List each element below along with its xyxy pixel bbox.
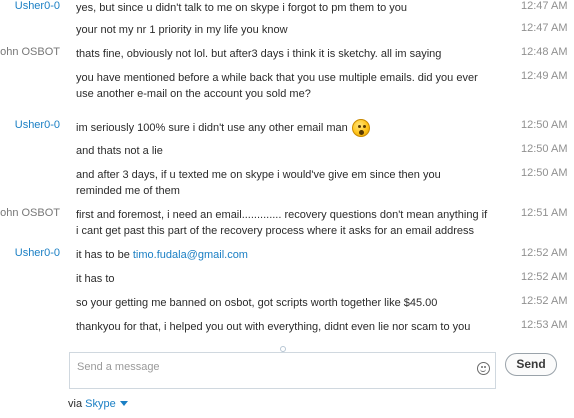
message-text: thats fine, obviously not lol. but after…: [76, 48, 442, 60]
message-time: 12:52 AM: [521, 247, 568, 259]
message-sender[interactable]: john OSBOT: [0, 207, 60, 219]
message-text-wrap: it has to be timo.fudala@gmail.com: [76, 247, 488, 263]
email-link[interactable]: timo.fudala@gmail.com: [133, 249, 248, 261]
message-time: 12:47 AM: [521, 22, 568, 34]
message-text: first and foremost, i need an email.....…: [76, 209, 488, 237]
message-time: 12:50 AM: [521, 167, 568, 179]
message-time: 12:47 AM: [521, 0, 568, 12]
message-time: 12:48 AM: [521, 46, 568, 58]
send-button[interactable]: Send: [505, 353, 557, 376]
message-text: yes, but since u didn't talk to me on sk…: [76, 2, 408, 14]
message-sender[interactable]: john OSBOT: [0, 46, 60, 58]
message-time: 12:50 AM: [521, 119, 568, 131]
message-text: so your getting me banned on osbot, got …: [76, 297, 438, 309]
message-text: and thats not a lie: [76, 145, 163, 157]
message-sender[interactable]: Usher0-0: [15, 247, 60, 259]
emoticon-picker-icon[interactable]: [477, 362, 490, 375]
message-text: you have mentioned before a while back t…: [76, 72, 478, 100]
message-time: 12:52 AM: [521, 271, 568, 283]
via-prefix: via: [68, 398, 86, 410]
via-selector[interactable]: via Skype: [68, 398, 128, 410]
message-sender[interactable]: Usher0-0: [15, 0, 60, 12]
message-time: 12:52 AM: [521, 295, 568, 307]
message-text-wrap: im seriously 100% sure i didn't use any …: [76, 119, 488, 137]
message-text: it has to: [76, 273, 115, 285]
message-text: im seriously 100% sure i didn't use any …: [76, 122, 348, 134]
message-input[interactable]: [77, 359, 457, 375]
message-time: 12:50 AM: [521, 143, 568, 155]
chat-history[interactable]: Usher0-0 yes, but since u didn't talk to…: [0, 0, 574, 340]
message-sender[interactable]: Usher0-0: [15, 119, 60, 131]
message-time: 12:49 AM: [521, 70, 568, 82]
message-text: your not my nr 1 priority in my life you…: [76, 24, 288, 36]
chevron-down-icon[interactable]: [119, 401, 128, 406]
message-compose-box[interactable]: [69, 352, 496, 389]
message-time: 12:51 AM: [521, 207, 568, 219]
via-service[interactable]: Skype: [85, 398, 116, 410]
message-text: thankyou for that, i helped you out with…: [76, 321, 471, 333]
surprised-emoticon-icon: [351, 119, 370, 137]
message-text: and after 3 days, if u texted me on skyp…: [76, 169, 441, 197]
message-text: it has to be: [76, 249, 133, 261]
message-time: 12:53 AM: [521, 319, 568, 331]
